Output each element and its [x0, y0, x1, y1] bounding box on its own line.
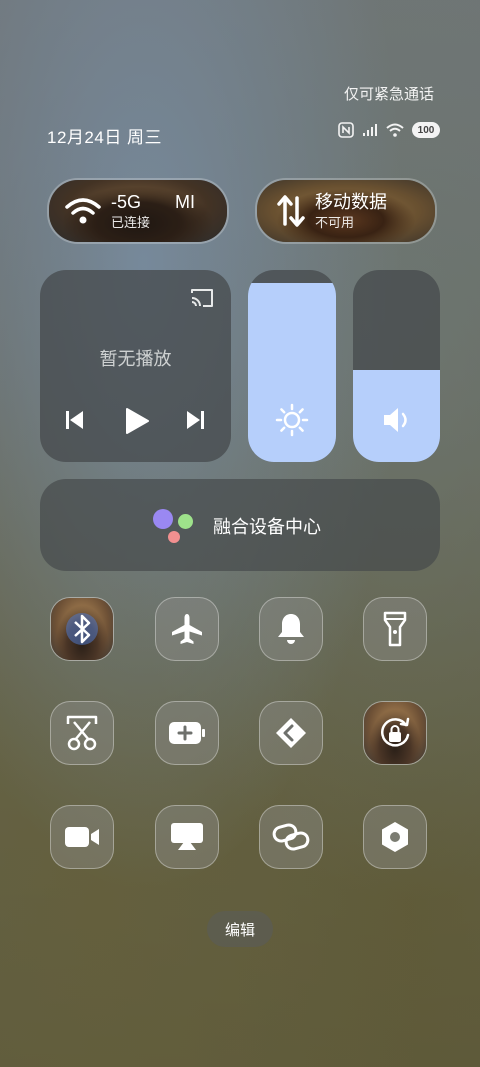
rotation-lock-icon: [381, 717, 410, 747]
link-toggle[interactable]: [259, 805, 323, 869]
nearby-share-toggle[interactable]: [259, 701, 323, 765]
mobile-data-pill[interactable]: 移动数据 不可用: [255, 178, 437, 244]
airplane-mode-toggle[interactable]: [155, 597, 219, 661]
play-icon[interactable]: [123, 406, 151, 436]
airplay-icon: [171, 823, 203, 850]
ring-mode-toggle[interactable]: [259, 597, 323, 661]
screen-recorder-toggle[interactable]: [50, 805, 114, 869]
battery-saver-toggle[interactable]: [155, 701, 219, 765]
mobile-data-title: 移动数据: [315, 191, 387, 212]
wifi-pill[interactable]: -5G MI 已连接: [47, 178, 229, 244]
media-player-tile[interactable]: 暂无播放: [40, 270, 231, 462]
scissors-screenshot-icon: [66, 715, 98, 751]
signal-icon: [363, 124, 377, 136]
emergency-calls-only-text: 仅可紧急通话: [343, 86, 434, 103]
mobile-data-arrows-icon: [277, 195, 305, 227]
battery-icon: 100: [412, 122, 440, 138]
airplane-icon: [172, 614, 202, 644]
date-text: 12月24日 周三: [47, 128, 163, 147]
volume-icon: [384, 408, 407, 432]
screen-cast-toggle[interactable]: [155, 805, 219, 869]
cast-icon[interactable]: [189, 287, 215, 309]
flashlight-icon: [383, 611, 407, 647]
link-icon: [272, 823, 310, 851]
device-hub-label: 融合设备中心: [213, 517, 321, 537]
device-hub-tile[interactable]: 融合设备中心: [40, 479, 440, 571]
edit-label: 编辑: [224, 921, 255, 939]
rotation-lock-toggle[interactable]: [363, 701, 427, 765]
video-camera-icon: [65, 827, 99, 847]
hexagon-settings-icon: [382, 822, 408, 852]
battery-plus-icon: [169, 722, 205, 744]
battery-level-text: 100: [417, 124, 435, 136]
bluetooth-icon: [66, 613, 98, 645]
settings-toggle[interactable]: [363, 805, 427, 869]
status-icons: 100: [338, 122, 440, 138]
wifi-icon: [65, 198, 101, 224]
nfc-icon: [338, 122, 354, 138]
wifi-name-tail: MI: [175, 191, 196, 212]
flashlight-toggle[interactable]: [363, 597, 427, 661]
volume-slider[interactable]: [353, 270, 440, 462]
brightness-icon: [275, 403, 309, 437]
bell-icon: [278, 614, 304, 644]
wifi-status: 已连接: [111, 214, 151, 230]
next-track-icon[interactable]: [184, 408, 206, 432]
nearby-share-icon: [276, 718, 306, 748]
brightness-slider[interactable]: [248, 270, 336, 462]
edit-button[interactable]: 编辑: [207, 911, 273, 947]
wifi-status-icon: [386, 123, 404, 137]
wifi-name: -5G: [111, 191, 142, 212]
media-title: 暂无播放: [99, 349, 172, 369]
mobile-data-status: 不可用: [315, 214, 355, 230]
bluetooth-toggle[interactable]: [50, 597, 114, 661]
screenshot-toggle[interactable]: [50, 701, 114, 765]
previous-track-icon[interactable]: [64, 408, 86, 432]
